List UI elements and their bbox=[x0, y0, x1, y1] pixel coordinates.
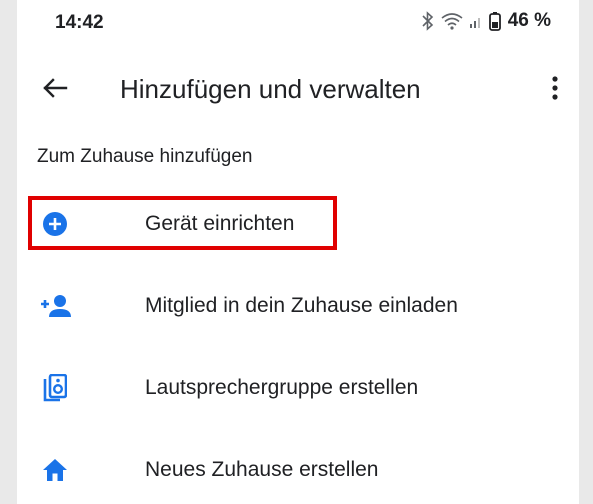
more-vert-icon bbox=[551, 75, 559, 106]
app-screen: 14:42 46 % Hinzufügen und verwalten Zum … bbox=[17, 0, 579, 504]
speaker-group-icon bbox=[35, 372, 75, 404]
highlight-box bbox=[28, 196, 337, 250]
status-icons: 46 % bbox=[421, 10, 551, 32]
status-time: 14:42 bbox=[55, 12, 104, 33]
list-item-label: Mitglied in dein Zuhause einladen bbox=[145, 294, 458, 317]
app-bar: Hinzufügen und verwalten bbox=[17, 60, 579, 120]
back-button[interactable] bbox=[39, 74, 71, 106]
list-item-label: Neues Zuhause erstellen bbox=[145, 458, 379, 481]
page-title: Hinzufügen und verwalten bbox=[120, 74, 421, 104]
home-icon bbox=[35, 454, 75, 486]
battery-percentage: 46 % bbox=[507, 10, 551, 31]
list-item-create-speaker-group[interactable]: Lautsprechergruppe erstellen bbox=[17, 358, 579, 418]
person-add-icon bbox=[35, 290, 75, 322]
battery-icon bbox=[488, 11, 501, 31]
list-item-create-home[interactable]: Neues Zuhause erstellen bbox=[17, 440, 579, 500]
status-bar: 14:42 46 % bbox=[17, 0, 579, 46]
wifi-icon bbox=[441, 12, 463, 30]
list-item-invite-member[interactable]: Mitglied in dein Zuhause einladen bbox=[17, 276, 579, 336]
signal-icon bbox=[469, 13, 483, 29]
arrow-back-icon bbox=[42, 77, 68, 104]
list-item-label: Lautsprechergruppe erstellen bbox=[145, 376, 419, 399]
more-options-button[interactable] bbox=[539, 74, 571, 106]
bluetooth-icon bbox=[421, 11, 435, 31]
section-heading: Zum Zuhause hinzufügen bbox=[37, 146, 253, 167]
